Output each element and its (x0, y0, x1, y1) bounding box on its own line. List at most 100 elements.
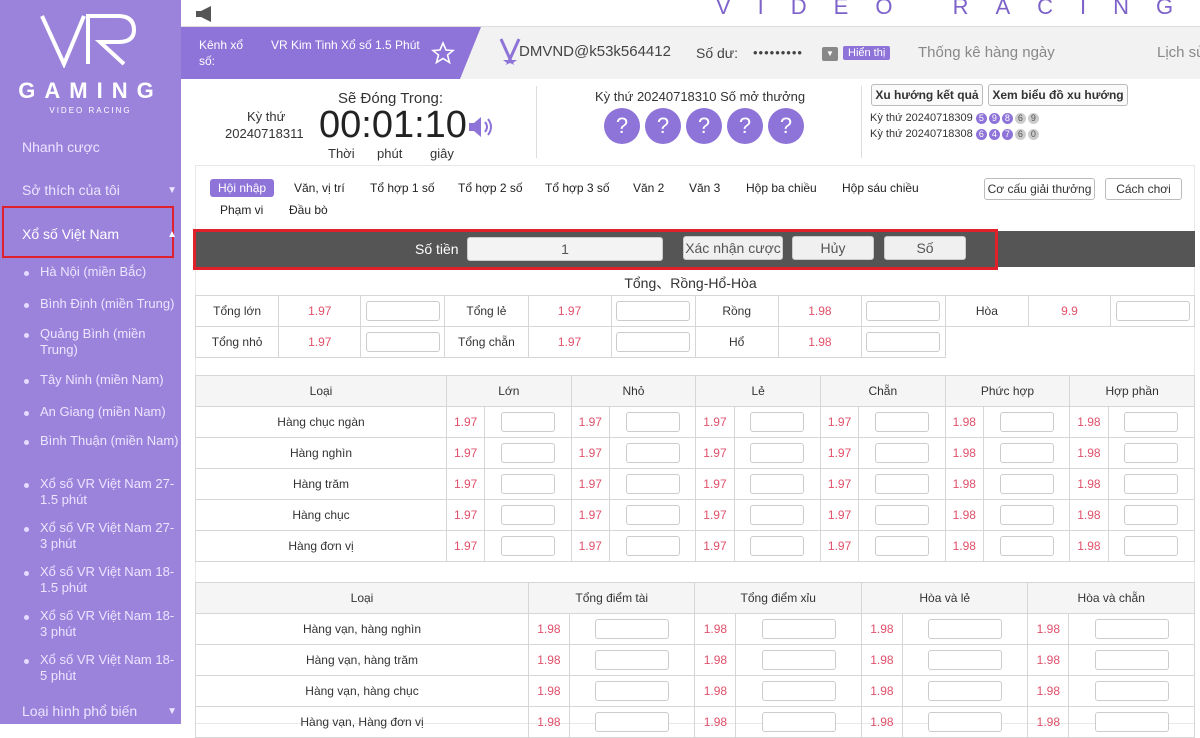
cell-input[interactable] (608, 530, 697, 562)
cell-input[interactable] (568, 675, 696, 707)
bet-amount-input[interactable] (761, 712, 836, 732)
cell-input[interactable] (1107, 530, 1196, 562)
cell-input[interactable] (982, 468, 1071, 500)
tab-to-hop-3[interactable]: Tổ hợp 3 số (545, 181, 610, 195)
cell-input[interactable] (860, 295, 946, 327)
bet-amount-input[interactable] (750, 474, 805, 494)
cell-input[interactable] (733, 499, 821, 531)
star-icon[interactable] (431, 41, 455, 65)
cell-input[interactable] (860, 326, 946, 358)
cell-input[interactable] (982, 406, 1071, 438)
tab-van-3[interactable]: Văn 3 (689, 181, 720, 195)
sidebar-subitem[interactable]: Hà Nội (miền Bắc) (24, 264, 181, 280)
cell-input[interactable] (568, 706, 696, 738)
cell-input[interactable] (608, 437, 697, 469)
bet-amount-input[interactable] (1124, 505, 1179, 525)
cell-input[interactable] (360, 295, 446, 327)
sidebar-subitem[interactable]: Quảng Bình (miền Trung) (24, 326, 181, 358)
how-to-play-button[interactable]: Cách chơi (1105, 178, 1182, 200)
sidebar-subitem[interactable]: Xổ số VR Việt Nam 18-5 phút (24, 652, 181, 684)
tab-to-hop-1[interactable]: Tổ hợp 1 số (370, 181, 435, 195)
bet-amount-input[interactable] (750, 412, 805, 432)
show-balance-button[interactable]: Hiển thị (843, 46, 891, 60)
bet-amount-input[interactable] (625, 443, 680, 463)
prize-structure-button[interactable]: Cơ cấu giải thưởng (984, 178, 1095, 200)
bet-amount-input[interactable] (625, 505, 680, 525)
sidebar-subitem[interactable]: Bình Thuận (miền Nam) (24, 433, 181, 449)
trend-button[interactable]: Xu hướng kết quả (871, 84, 983, 106)
cell-input[interactable] (1107, 406, 1196, 438)
megaphone-icon[interactable] (195, 6, 215, 22)
bet-amount-input[interactable] (365, 332, 440, 352)
cell-input[interactable] (858, 406, 946, 438)
bet-amount-input[interactable] (928, 650, 1003, 670)
cell-input[interactable] (901, 644, 1029, 676)
bet-amount-input[interactable] (1124, 474, 1179, 494)
bet-amount-input[interactable] (1124, 536, 1179, 556)
bet-amount-input[interactable] (500, 474, 555, 494)
bet-amount-input[interactable] (616, 301, 691, 321)
bet-amount-input[interactable] (500, 505, 555, 525)
cell-input[interactable] (733, 437, 821, 469)
cell-input[interactable] (982, 499, 1071, 531)
sidebar-subitem[interactable]: Bình Định (miền Trung) (24, 296, 181, 312)
bet-amount-input[interactable] (1124, 412, 1179, 432)
sidebar-subitem[interactable]: Tây Ninh (miền Nam) (24, 372, 181, 388)
history-link[interactable]: Lịch sử (1157, 44, 1200, 61)
bet-amount-input[interactable] (999, 412, 1054, 432)
cell-input[interactable] (735, 706, 862, 738)
cell-input[interactable] (1107, 468, 1196, 500)
bet-amount-input[interactable] (1115, 301, 1190, 321)
cell-input[interactable] (982, 437, 1071, 469)
bet-amount-input[interactable] (761, 681, 836, 701)
cell-input[interactable] (484, 468, 572, 500)
cell-input[interactable] (1068, 706, 1195, 738)
sidebar-item-favorites[interactable]: Sở thích của tôi ▼ (22, 182, 177, 198)
cell-input[interactable] (858, 468, 946, 500)
bet-amount-input[interactable] (866, 332, 941, 352)
trend-chart-button[interactable]: Xem biểu đồ xu hướng (988, 84, 1128, 106)
bet-amount-input[interactable] (595, 650, 670, 670)
bet-amount-input[interactable] (595, 681, 670, 701)
cell-input[interactable] (484, 437, 572, 469)
cell-input[interactable] (608, 468, 697, 500)
cell-input[interactable] (610, 326, 696, 358)
bet-amount-input[interactable] (928, 619, 1003, 639)
bet-amount-input[interactable] (1094, 681, 1169, 701)
cell-input[interactable] (1068, 675, 1195, 707)
sidebar-subitem[interactable]: Xổ số VR Việt Nam 27-1.5 phút (24, 476, 181, 508)
cell-input[interactable] (982, 530, 1071, 562)
bet-amount-input[interactable] (874, 474, 929, 494)
cell-input[interactable] (360, 326, 446, 358)
bet-amount-input[interactable] (365, 301, 440, 321)
cell-input[interactable] (901, 706, 1029, 738)
tab-dau-bo[interactable]: Đầu bò (289, 203, 328, 217)
cell-input[interactable] (735, 675, 862, 707)
cell-input[interactable] (1068, 613, 1195, 645)
cell-input[interactable] (484, 530, 572, 562)
bet-amount-input[interactable] (500, 536, 555, 556)
bet-amount-input[interactable] (999, 536, 1054, 556)
tab-pham-vi[interactable]: Phạm vi (220, 203, 263, 217)
cell-input[interactable] (1107, 437, 1196, 469)
bet-amount-input[interactable] (874, 412, 929, 432)
cell-input[interactable] (858, 437, 946, 469)
bet-amount-input[interactable] (750, 536, 805, 556)
cell-input[interactable] (1110, 295, 1195, 327)
cell-input[interactable] (735, 644, 862, 676)
sidebar-item-vietnam-lottery[interactable]: Xổ số Việt Nam ▲ (22, 226, 177, 242)
bet-amount-input[interactable] (761, 650, 836, 670)
bet-amount-input[interactable] (595, 712, 670, 732)
bet-amount-input[interactable] (625, 412, 680, 432)
sidebar-item-popular[interactable]: Loại hình phổ biến ▼ (22, 703, 177, 719)
sidebar-subitem[interactable]: Xổ số VR Việt Nam 27-3 phút (24, 520, 181, 552)
tab-hop-sau-chieu[interactable]: Hộp sáu chiều (842, 181, 919, 195)
cell-input[interactable] (568, 613, 696, 645)
cell-input[interactable] (858, 499, 946, 531)
sidebar-subitem[interactable]: Xổ số VR Việt Nam 18-3 phút (24, 608, 181, 640)
cell-input[interactable] (858, 530, 946, 562)
sidebar-subitem[interactable]: Xổ số VR Việt Nam 18-1.5 phút (24, 564, 181, 596)
tab-hoi-nhap[interactable]: Hội nhập (210, 179, 275, 197)
bet-amount-input[interactable] (750, 505, 805, 525)
cell-input[interactable] (733, 468, 821, 500)
